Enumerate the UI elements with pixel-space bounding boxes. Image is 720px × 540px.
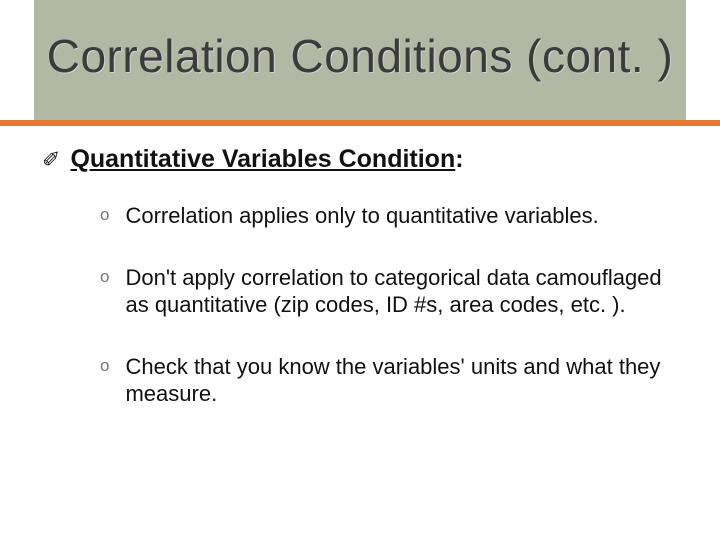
sub-list: o Correlation applies only to quantitati… — [100, 202, 668, 408]
bullet-marker-icon: o — [100, 205, 109, 225]
content-area: ✐ Quantitative Variables Condition: o Co… — [42, 145, 678, 442]
list-item-text: Don't apply correlation to categorical d… — [125, 264, 668, 319]
list-item: o Check that you know the variables' uni… — [100, 353, 668, 408]
main-bullet-label: Quantitative Variables Condition — [70, 145, 455, 173]
divider-rule — [0, 120, 720, 126]
slide: Correlation Conditions (cont. ) ✐ Quanti… — [0, 0, 720, 540]
slide-title: Correlation Conditions (cont. ) — [47, 32, 674, 80]
list-item: o Correlation applies only to quantitati… — [100, 202, 668, 230]
title-band: Correlation Conditions (cont. ) — [34, 0, 686, 120]
list-item-text: Correlation applies only to quantitative… — [125, 202, 598, 230]
list-item-text: Check that you know the variables' units… — [125, 353, 668, 408]
bullet-marker-icon: o — [100, 356, 109, 376]
main-bullet-colon: : — [455, 145, 463, 173]
scribble-icon: ✐ — [42, 149, 60, 171]
main-bullet: ✐ Quantitative Variables Condition: — [42, 145, 678, 174]
list-item: o Don't apply correlation to categorical… — [100, 264, 668, 319]
bullet-marker-icon: o — [100, 267, 109, 287]
